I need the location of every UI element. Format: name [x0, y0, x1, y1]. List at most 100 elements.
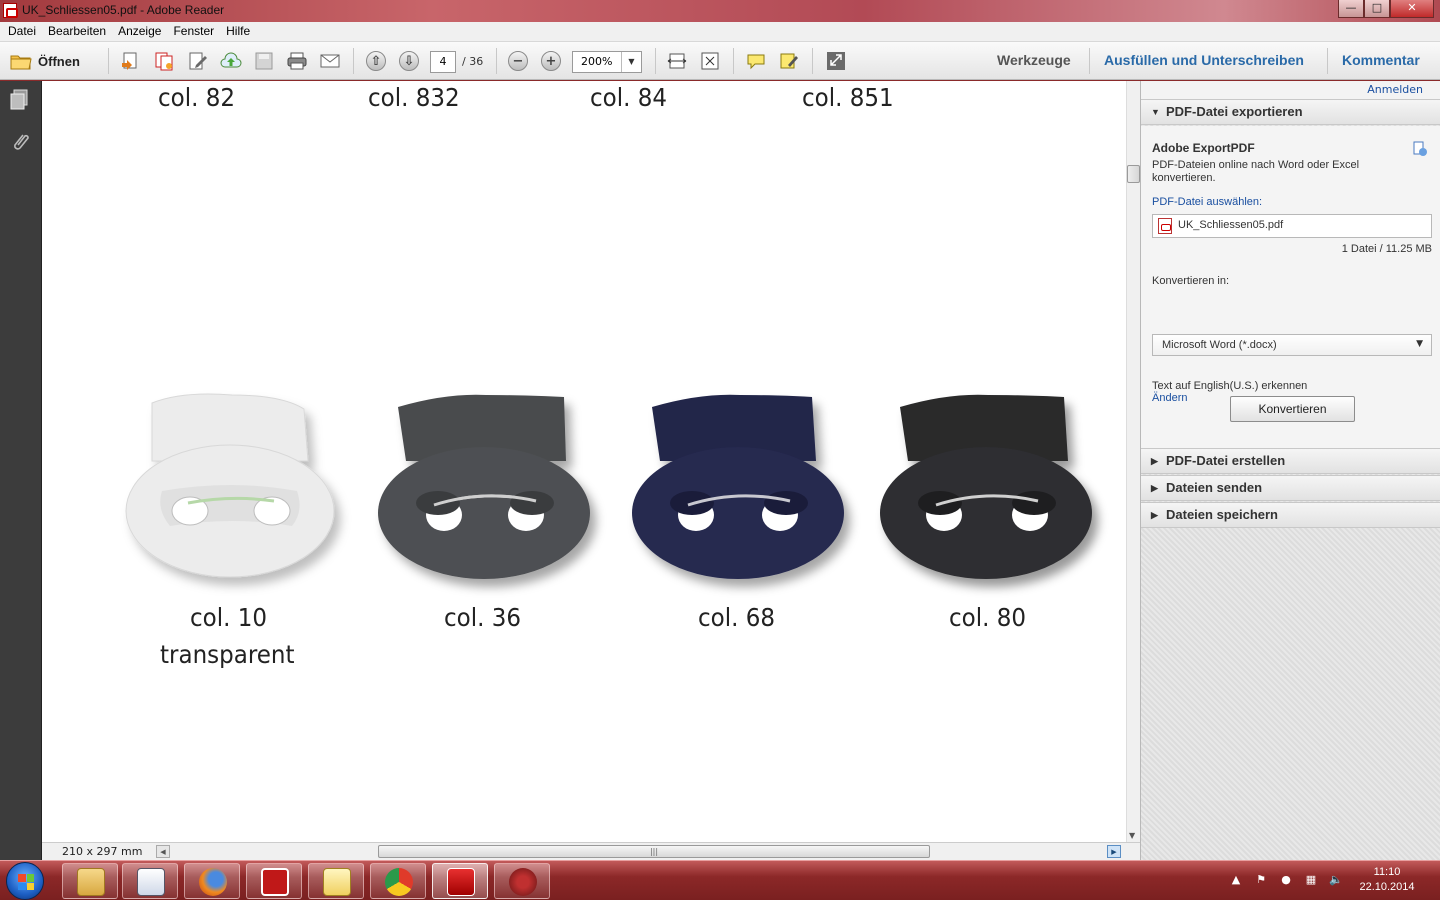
fit-page-button[interactable] [699, 49, 721, 73]
network-icon[interactable]: ▦ [1303, 873, 1319, 889]
taskbar-firefox[interactable] [184, 863, 240, 899]
media-player-icon [137, 868, 165, 896]
maximize-button[interactable]: □ [1364, 0, 1390, 18]
convert-format-value: Microsoft Word (*.docx) [1162, 339, 1277, 351]
attachment-paperclip-icon[interactable] [10, 131, 30, 153]
save-button[interactable] [253, 49, 275, 73]
zoom-out-button[interactable]: − [508, 49, 528, 73]
pdf-file-icon [1158, 218, 1172, 234]
scroll-mode-button[interactable] [666, 49, 688, 73]
show-hidden-icons-icon[interactable]: ▲ [1228, 873, 1244, 889]
next-page-button[interactable]: ⇩ [399, 49, 419, 73]
email-button[interactable] [319, 49, 341, 73]
volume-icon[interactable]: 🔈 [1328, 873, 1344, 889]
chevron-down-icon[interactable]: ▼ [621, 52, 641, 72]
combine-pdf-button[interactable] [153, 49, 175, 73]
acrobat-icon [509, 868, 537, 896]
taskbar: ▲ ⚑ ● ▦ 🔈 11:10 22.10.2014 [0, 860, 1440, 900]
arrow-down-icon: ⇩ [399, 51, 419, 71]
convert-button[interactable]: Konvertieren [1230, 396, 1355, 422]
page-thumbnails-icon[interactable] [10, 89, 30, 111]
export-pdf-section-header[interactable]: ▼ PDF-Datei exportieren [1141, 99, 1440, 125]
export-pdf-header-label: PDF-Datei exportieren [1166, 104, 1303, 119]
menu-datei[interactable]: Datei [2, 22, 42, 41]
color-label: col. 832 [368, 83, 460, 112]
open-button[interactable]: Öffnen [10, 49, 80, 73]
taskbar-filezilla[interactable] [246, 863, 302, 899]
adobe-reader-icon [447, 868, 475, 896]
cord-stopper-image [878, 391, 1094, 581]
toolbar: Öffnen ⇧ ⇩ 4 / 36 − + 200% ▼ Werkzeuge A… [0, 42, 1440, 80]
cord-stopper-image [376, 391, 592, 581]
taskbar-chrome[interactable] [370, 863, 426, 899]
taskbar-adobe-reader[interactable] [432, 863, 488, 899]
windows-logo-icon [18, 874, 34, 890]
close-button[interactable]: ✕ [1390, 0, 1434, 18]
menu-fenster[interactable]: Fenster [167, 22, 220, 41]
taskbar-explorer[interactable] [62, 863, 118, 899]
toolbar-separator [733, 48, 734, 74]
create-pdf-button[interactable] [120, 49, 142, 73]
chrome-icon [385, 868, 413, 896]
chevron-down-icon: ▼ [1416, 339, 1423, 349]
highlighter-icon [780, 53, 798, 69]
login-link[interactable]: Anmelden [1367, 83, 1423, 96]
system-clock[interactable]: 11:10 22.10.2014 [1352, 865, 1422, 895]
zoom-select[interactable]: 200% ▼ [572, 51, 642, 73]
clock-time: 11:10 [1373, 866, 1401, 878]
scroll-right-icon[interactable]: ▶ [1107, 845, 1121, 858]
navigation-pane [0, 81, 42, 860]
store-files-section-header[interactable]: ▶ Dateien speichern [1141, 502, 1440, 528]
action-center-flag-icon[interactable]: ⚑ [1253, 873, 1269, 889]
scroll-left-icon[interactable]: ◀ [156, 845, 170, 858]
update-icon[interactable]: ● [1278, 873, 1294, 889]
fit-width-icon [667, 53, 687, 69]
document-settings-icon[interactable] [1412, 141, 1428, 157]
speech-bubble-icon [747, 54, 765, 70]
zoom-in-button[interactable]: + [541, 49, 561, 73]
change-language-link[interactable]: Ändern [1152, 392, 1187, 404]
tools-pane-button[interactable]: Werkzeuge [997, 52, 1071, 68]
fill-sign-pane-button[interactable]: Ausfüllen und Unterschreiben [1104, 52, 1304, 68]
fullscreen-button[interactable] [825, 49, 847, 73]
open-label: Öffnen [38, 53, 80, 69]
taskbar-notes[interactable] [308, 863, 364, 899]
start-button[interactable] [6, 862, 44, 900]
print-button[interactable] [286, 49, 308, 73]
previous-page-button[interactable]: ⇧ [366, 49, 386, 73]
ocr-language-text: Text auf English(U.S.) erkennen [1152, 380, 1308, 392]
color-label: col. 82 [158, 83, 236, 112]
color-sublabel: transparent [160, 640, 295, 669]
highlight-button[interactable] [778, 49, 800, 73]
system-tray: ▲ ⚑ ● ▦ 🔈 [1228, 873, 1344, 889]
filezilla-icon [261, 868, 289, 896]
horizontal-scroll-thumb[interactable]: ||| [378, 845, 930, 858]
selected-file-field[interactable]: UK_Schliessen05.pdf [1152, 214, 1432, 238]
vertical-scroll-thumb[interactable] [1127, 165, 1140, 183]
upload-button[interactable] [220, 49, 242, 73]
menu-bar: Datei Bearbeiten Anzeige Fenster Hilfe [0, 22, 1440, 42]
minimize-button[interactable]: — [1338, 0, 1364, 18]
create-pdf-section-header[interactable]: ▶ PDF-Datei erstellen [1141, 448, 1440, 474]
convert-format-select[interactable]: Microsoft Word (*.docx) ▼ [1152, 334, 1432, 356]
menu-anzeige[interactable]: Anzeige [112, 22, 167, 41]
taskbar-acrobat[interactable] [494, 863, 550, 899]
vertical-scrollbar[interactable]: ▼ [1126, 81, 1140, 842]
menu-bearbeiten[interactable]: Bearbeiten [42, 22, 112, 41]
send-files-section-header[interactable]: ▶ Dateien senden [1141, 475, 1440, 501]
section-label: Dateien speichern [1166, 507, 1278, 522]
comment-pane-button[interactable]: Kommentar [1342, 52, 1420, 68]
page-number-input[interactable]: 4 [430, 51, 456, 73]
scroll-down-icon[interactable]: ▼ [1129, 831, 1135, 840]
color-label: col. 36 [444, 603, 522, 632]
page-total: / 36 [462, 55, 484, 68]
document-page[interactable]: col. 82 col. 832 col. 84 col. 851 col. 1… [42, 81, 1126, 842]
plus-icon: + [541, 51, 561, 71]
edit-pdf-button[interactable] [187, 49, 209, 73]
menu-hilfe[interactable]: Hilfe [220, 22, 256, 41]
tools-side-pane: Anmelden ▼ PDF-Datei exportieren Adobe E… [1140, 81, 1440, 860]
add-comment-button[interactable] [745, 49, 767, 73]
triangle-right-icon: ▶ [1151, 510, 1158, 520]
taskbar-media-player[interactable] [122, 863, 178, 899]
toolbar-separator [496, 48, 497, 74]
